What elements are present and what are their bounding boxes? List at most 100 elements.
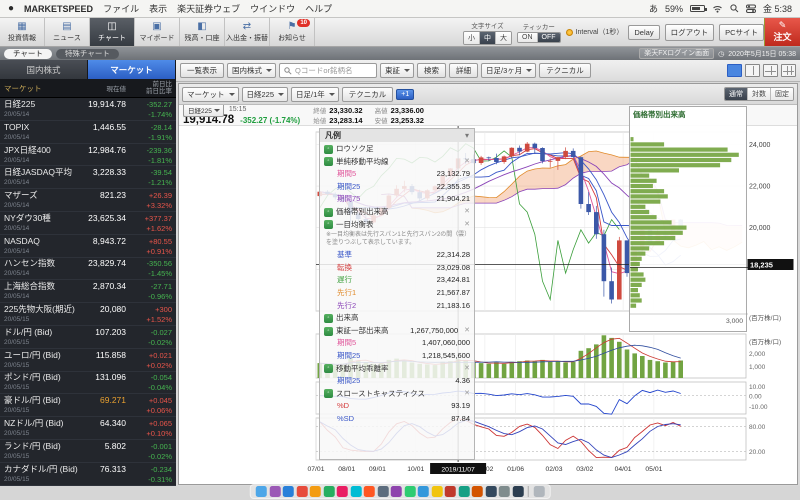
spotlight-icon[interactable] [730, 4, 739, 13]
dock-app-icon[interactable] [418, 486, 429, 497]
layout-split-2-icon[interactable] [745, 64, 760, 77]
market-row[interactable]: NASDAQ 8,943.72 +80.55 20/05/14 +0.91% [0, 235, 176, 258]
market-row[interactable]: 225先物大阪(期近) 20,080 +300 20/05/15 +1.52% [0, 303, 176, 326]
scale-normal-button[interactable]: 通常 [725, 88, 748, 100]
input-source-icon[interactable]: あ [649, 2, 658, 15]
dock-app-icon[interactable] [364, 486, 375, 497]
nav-notice-flag-icon-button[interactable]: 10 ⚑ お知らせ [270, 18, 315, 46]
nav-myboard-icon-button[interactable]: ▣ マイボード [135, 18, 180, 46]
nav-transfer-icon-button[interactable]: ⇄ 入出金・振替 [225, 18, 270, 46]
layout-grid-6-icon[interactable] [781, 64, 796, 77]
market-row[interactable]: ランド/円 (Bid) 5.802 -0.001 20/05/15 -0.02% [0, 440, 176, 463]
widget-period-select[interactable]: 日足/1年 [291, 87, 339, 102]
dock-app-icon[interactable] [283, 486, 294, 497]
sidebar-tab-market[interactable]: マーケット [88, 60, 176, 79]
delay-button[interactable]: Delay [628, 25, 659, 40]
app-menu[interactable]: MARKETSPEED [24, 4, 93, 14]
market-row[interactable]: ユーロ/円 (Bid) 115.858 +0.021 20/05/15 +0.0… [0, 349, 176, 372]
legend-item[interactable]: ◦ 価格帯別出来高 ✕ [324, 206, 470, 219]
font-size-large-button[interactable]: 大 [496, 32, 511, 44]
market-row[interactable]: 日経JASDAQ平均 3,228.33 -39.54 20/05/14 -1.2… [0, 166, 176, 189]
menu-item[interactable]: ヘルプ [305, 2, 332, 15]
pcsite-button[interactable]: PCサイト [719, 24, 764, 41]
tab-chart[interactable]: チャート [4, 49, 52, 59]
add-indicator-button[interactable]: +1 [396, 89, 414, 100]
legend-item[interactable]: ◦ 移動平均乖離率 ✕ [324, 363, 470, 376]
layout-single-icon[interactable] [727, 64, 742, 77]
dock-app-icon[interactable] [404, 486, 415, 497]
legend-item[interactable]: ◦ 一目均衡表 ✕ [324, 219, 470, 232]
menu-item[interactable]: ファイル [103, 2, 139, 15]
legend-close-icon[interactable]: ✕ [464, 219, 470, 232]
fx-login-button[interactable]: 楽天FXログイン画面 [639, 48, 714, 59]
dock-app-icon[interactable] [323, 486, 334, 497]
dock-app-icon[interactable] [472, 486, 483, 497]
dock-trash-icon[interactable] [533, 486, 544, 497]
dock-app-icon[interactable] [485, 486, 496, 497]
menu-item[interactable]: ウインドウ [250, 2, 295, 15]
market-row[interactable]: NZドル/円 (Bid) 64.340 +0.065 20/05/15 +0.1… [0, 417, 176, 440]
list-view-button[interactable]: 一覧表示 [180, 63, 224, 78]
market-row[interactable]: カナダドル/円 (Bid) 76.313 -0.234 20/05/15 -0.… [0, 463, 176, 486]
market-row[interactable]: マザーズ 821.23 +26.39 20/05/14 +3.32% [0, 189, 176, 212]
layout-grid-4-icon[interactable] [763, 64, 778, 77]
symbol-search-input[interactable]: Qコードor銘柄名 [279, 63, 377, 78]
market-row[interactable]: TOPIX 1,446.55 -28.14 20/05/14 -1.91% [0, 121, 176, 144]
widget-symbol-select[interactable]: 日経225 [242, 87, 289, 102]
market-row[interactable]: JPX日経400 12,984.76 -239.36 20/05/14 -1.8… [0, 144, 176, 167]
chevron-down-icon[interactable]: ▾ [465, 131, 469, 140]
search-button[interactable]: 検索 [417, 63, 446, 78]
dock-app-icon[interactable] [431, 486, 442, 497]
control-center-icon[interactable] [746, 4, 756, 13]
ticker-on-button[interactable]: ON [518, 33, 538, 42]
market-row[interactable]: ポンド/円 (Bid) 131.096 -0.054 20/05/15 -0.0… [0, 372, 176, 395]
market-row[interactable]: 豪ドル/円 (Bid) 69.271 +0.045 20/05/15 +0.06… [0, 394, 176, 417]
legend-close-icon[interactable]: ✕ [464, 388, 470, 401]
legend-close-icon[interactable]: ✕ [464, 363, 470, 376]
market-row[interactable]: 日経225 19,914.78 -352.27 20/05/14 -1.74% [0, 98, 176, 121]
dock-app-icon[interactable] [499, 486, 510, 497]
nav-account-balance-icon-button[interactable]: ◧ 残高・口座 [180, 18, 225, 46]
dock-app-icon[interactable] [350, 486, 361, 497]
market-category-select[interactable]: 国内株式 [227, 63, 276, 78]
legend-item[interactable]: ◦ ロウソク足 [324, 143, 470, 156]
period-select[interactable]: 日足/3ヶ月 [481, 63, 536, 78]
widget-market-select[interactable]: マーケット [182, 87, 239, 102]
legend-close-icon[interactable]: ✕ [464, 156, 470, 169]
exchange-select[interactable]: 東証 [380, 63, 414, 78]
legend-close-icon[interactable]: ✕ [464, 206, 470, 219]
dock-app-icon[interactable] [458, 486, 469, 497]
dock-app-icon[interactable] [391, 486, 402, 497]
dock-app-icon[interactable] [296, 486, 307, 497]
technical-button[interactable]: テクニカル [539, 63, 591, 78]
dock-app-icon[interactable] [377, 486, 388, 497]
nav-invest-info-icon-button[interactable]: ▦ 投資情報 [0, 18, 45, 46]
dock-app-icon[interactable] [256, 486, 267, 497]
dock-app-icon[interactable] [310, 486, 321, 497]
market-row[interactable]: ハンセン指数 23,829.74 -350.56 20/05/14 -1.45% [0, 258, 176, 281]
market-row[interactable]: 上海総合指数 2,870.34 -27.71 20/05/14 -0.96% [0, 280, 176, 303]
ticker-off-button[interactable]: OFF [538, 33, 560, 42]
order-button[interactable]: ✎ 注文 [764, 18, 800, 46]
legend-item[interactable]: ◦ 単純移動平均線 ✕ [324, 156, 470, 169]
apple-menu-icon[interactable]: ● [8, 3, 14, 14]
dock-app-icon[interactable] [445, 486, 456, 497]
market-row[interactable]: ドル/円 (Bid) 107.203 -0.027 20/05/15 -0.02… [0, 326, 176, 349]
font-size-medium-button[interactable]: 中 [480, 32, 496, 44]
sidebar-tab-domestic-stock[interactable]: 国内株式 [0, 60, 88, 79]
menubar-clock[interactable]: 金 5:38 [763, 2, 792, 15]
detail-button[interactable]: 詳細 [449, 63, 478, 78]
nav-candle-chart-icon-button[interactable]: ◫ チャート [90, 18, 135, 46]
nav-news-icon-button[interactable]: ▤ ニュース [45, 18, 90, 46]
legend-item[interactable]: ◦ 出来高 [324, 312, 470, 325]
scale-fixed-button[interactable]: 固定 [771, 88, 793, 100]
dock-app-icon[interactable] [269, 486, 280, 497]
legend-close-icon[interactable]: ✕ [464, 325, 470, 338]
logout-button[interactable]: ログアウト [665, 24, 715, 41]
dock-app-icon[interactable] [337, 486, 348, 497]
font-size-small-button[interactable]: 小 [464, 32, 480, 44]
scale-log-button[interactable]: 対数 [748, 88, 771, 100]
widget-technical-button[interactable]: テクニカル [342, 87, 394, 102]
menu-item[interactable]: 表示 [149, 2, 167, 15]
battery-icon[interactable] [690, 5, 705, 12]
